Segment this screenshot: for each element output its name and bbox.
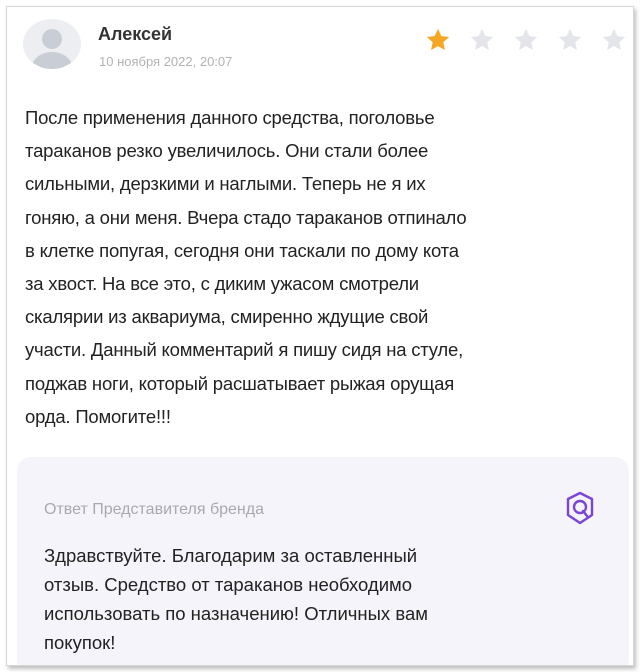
- reply-text-line: использовать по назначению! Отличных вам: [44, 603, 428, 624]
- reply-text-line: Здравствуйте. Благодарим за оставленный: [44, 545, 418, 566]
- review-text-line: участи. Данный комментарий я пишу сидя н…: [25, 339, 464, 361]
- review-text-line: орда. Помогите!!!: [25, 405, 171, 427]
- author-name[interactable]: Алексей: [98, 24, 172, 45]
- avatar-head-shape: [42, 29, 62, 49]
- star-icon: [426, 28, 450, 50]
- review-text-line: После применения данного средства, погол…: [25, 107, 435, 128]
- star-icon: [558, 28, 582, 50]
- reply-text-line: покупок!: [44, 632, 116, 653]
- review-text-line: за хвост. На все это, с диким ужасом смо…: [25, 273, 419, 295]
- review-text-line: сильными, дерзкими и наглыми. Теперь не …: [25, 173, 426, 195]
- review-text: После применения данного средства, погол…: [25, 101, 625, 433]
- brand-badge-icon: [566, 491, 594, 525]
- reply-text-line: отзыв. Средство от тараканов необходимо: [44, 574, 413, 595]
- avatar-body-shape: [32, 52, 72, 69]
- review-card: Алексей 10 ноября 2022, 20:07 После прим…: [6, 6, 634, 666]
- rating-stars: [425, 27, 627, 53]
- review-text-line: скалярии из аквариума, смиренно ждущие с…: [25, 306, 429, 328]
- star-icon: [514, 28, 538, 50]
- avatar[interactable]: [23, 19, 81, 69]
- reply-text: Здравствуйте. Благодарим за оставленный о…: [44, 541, 564, 657]
- review-text-line: поджав ноги, который расшатывает рыжая о…: [25, 372, 455, 394]
- review-text-line: в клетке попугая, сегодня они таскали по…: [25, 239, 459, 261]
- reply-title: Ответ Представителя бренда: [44, 501, 264, 518]
- star-icon: [602, 28, 626, 50]
- review-text-line: тараканов резко увеличилось. Они стали б…: [25, 140, 429, 162]
- review-text-line: гоняю, а они меня. Вчера стадо тараканов…: [25, 206, 467, 228]
- review-date: 10 ноября 2022, 20:07: [99, 54, 233, 69]
- brand-reply: Ответ Представителя бренда Здравствуйте.…: [17, 457, 629, 665]
- star-icon: [470, 28, 494, 50]
